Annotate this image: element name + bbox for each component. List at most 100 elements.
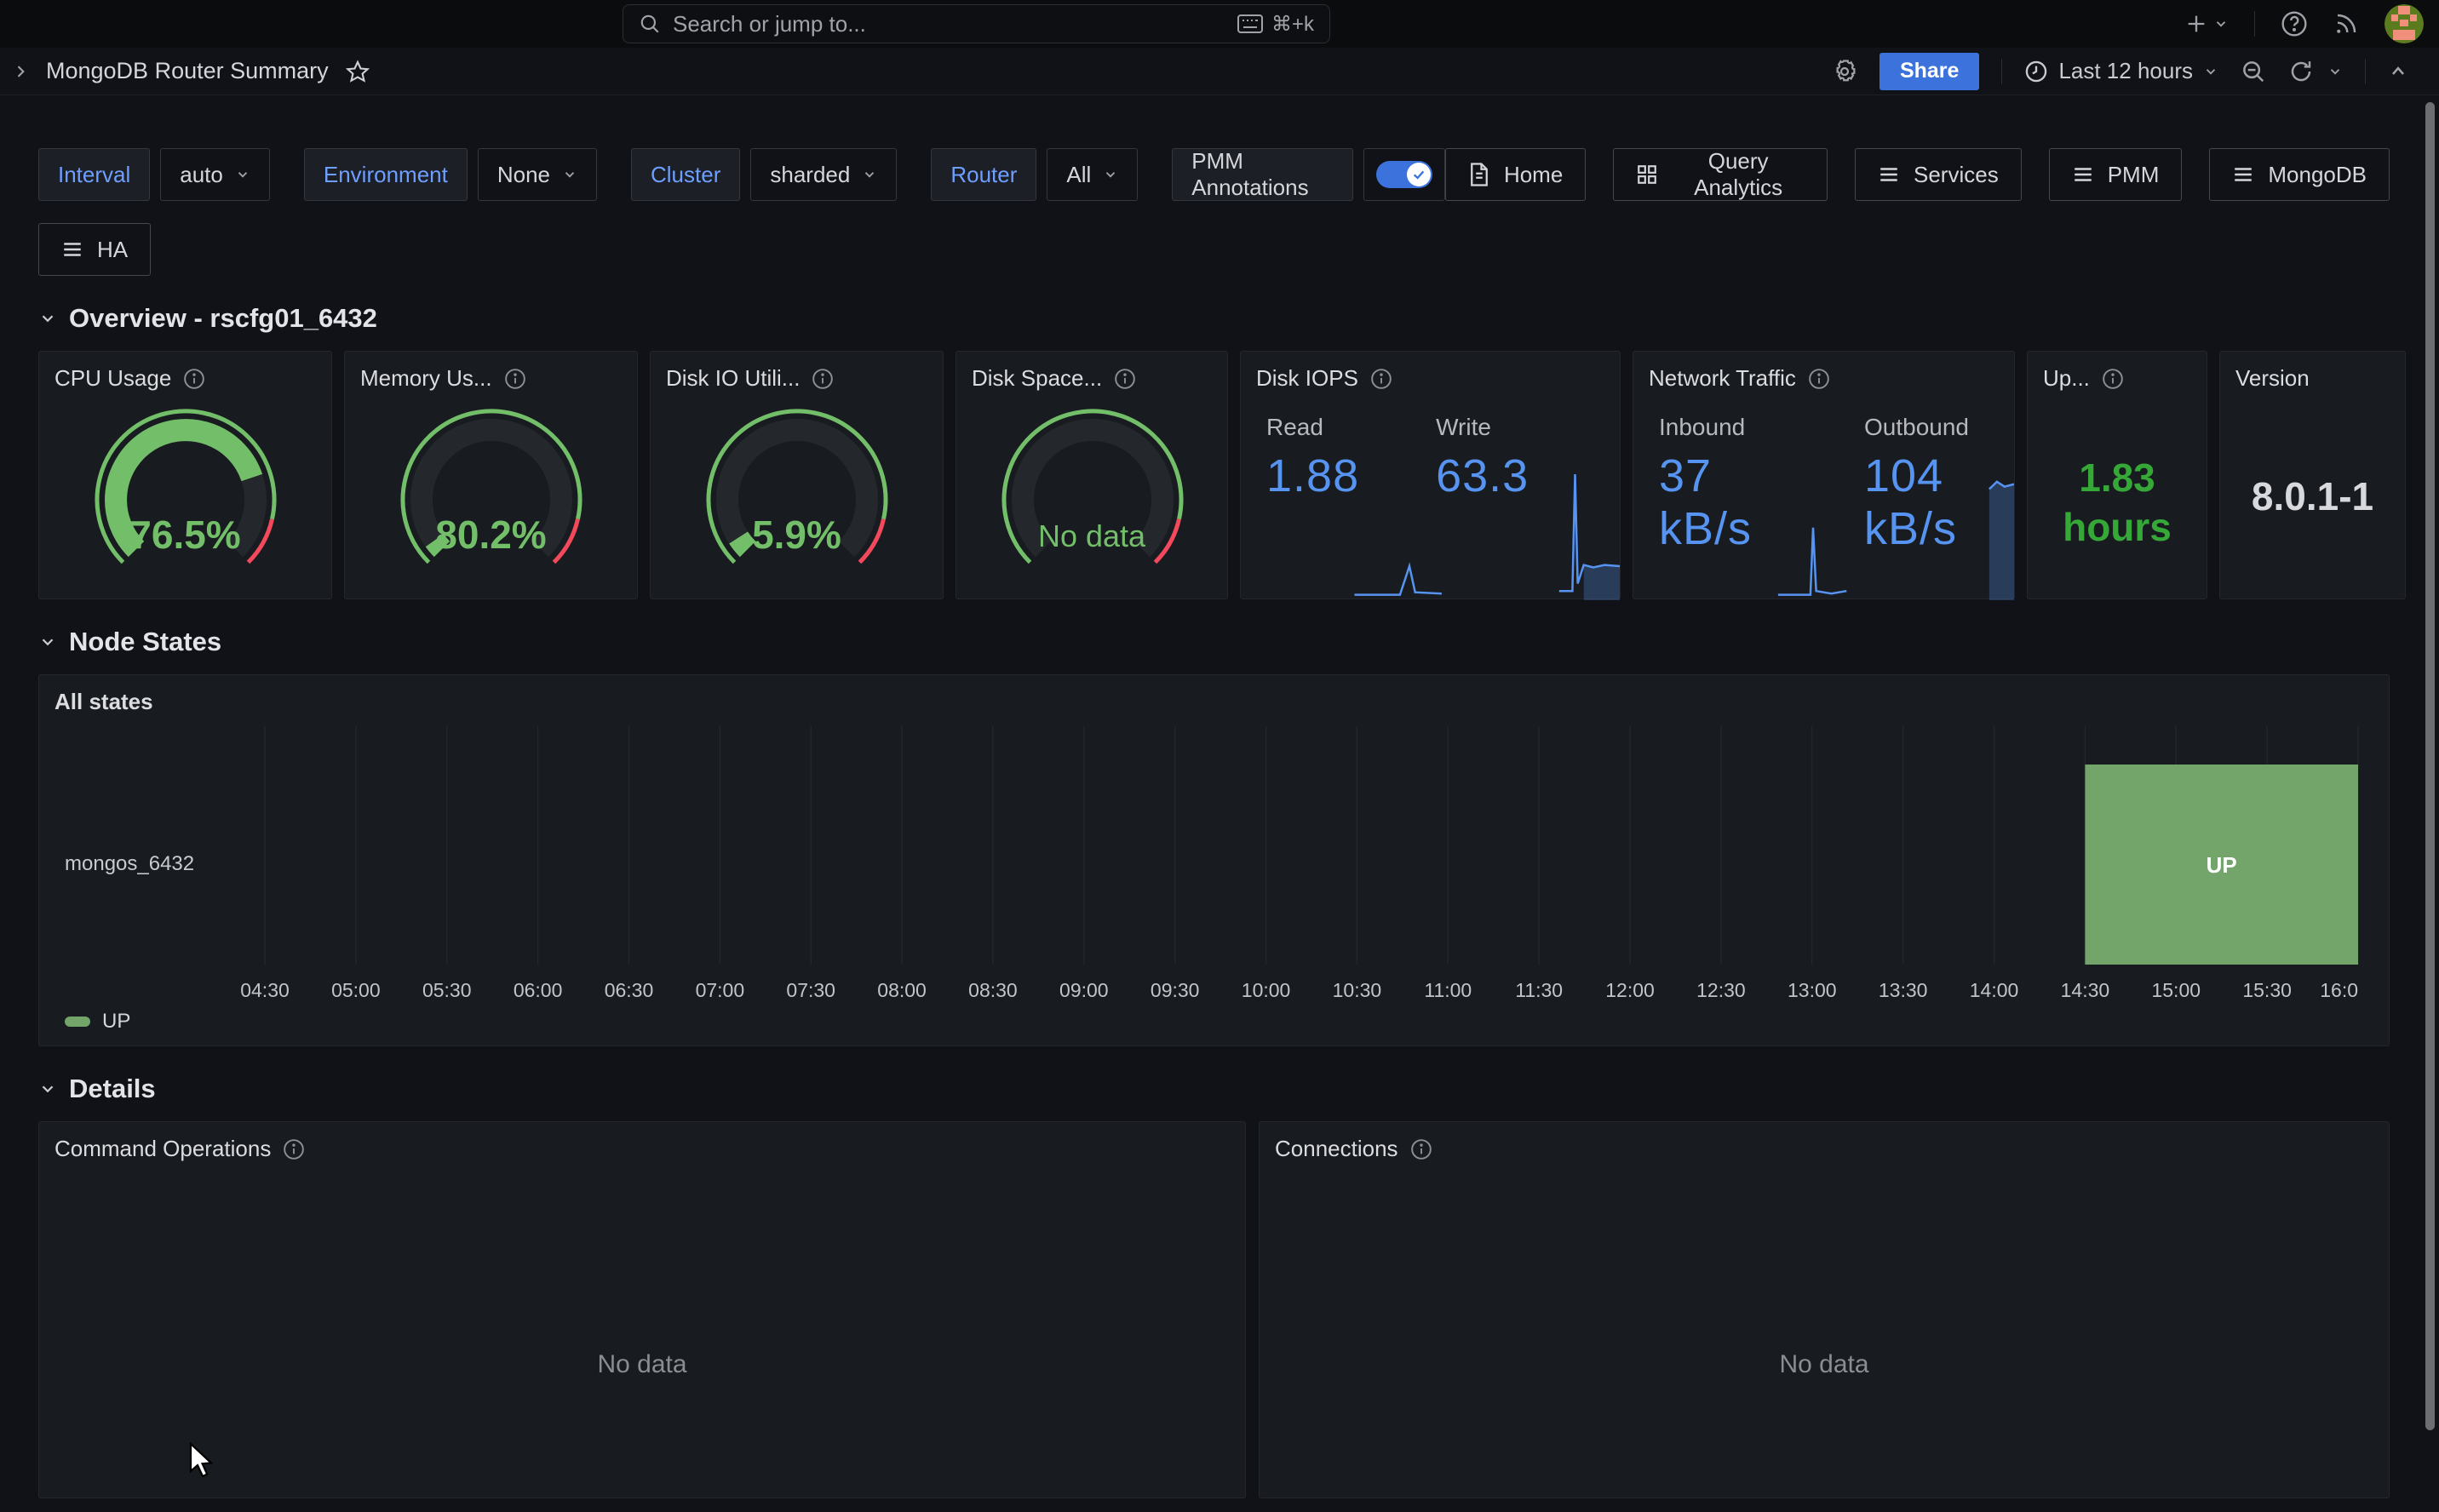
panel-title[interactable]: Disk IOPS [1256, 365, 1358, 392]
panel-title[interactable]: Connections [1275, 1136, 1398, 1162]
collapse-caret-icon[interactable] [2388, 61, 2408, 82]
stat-inbound: Inbound 37 kB/s [1659, 414, 1788, 555]
state-timeline-plot: 04:3005:0005:3006:0006:3007:0007:3008:00… [39, 675, 2389, 1045]
clock-icon [2024, 60, 2048, 83]
x-axis-label: 08:30 [968, 979, 1018, 1001]
panel-connections: Connections No data [1259, 1121, 2390, 1498]
ha-button[interactable]: HA [38, 223, 151, 276]
info-icon[interactable] [183, 368, 205, 390]
panel-gauge-1: Memory Us...80.2% [344, 351, 638, 599]
refresh-button[interactable] [2288, 59, 2343, 84]
variable-label-interval[interactable]: Interval [38, 148, 150, 201]
x-axis-label: 15:00 [2151, 979, 2201, 1001]
panel-title[interactable]: Network Traffic [1649, 365, 1796, 392]
panel-title[interactable]: Disk Space... [972, 365, 1102, 392]
variable-label-environment[interactable]: Environment [304, 148, 468, 201]
x-axis-label: 14:30 [2061, 979, 2110, 1001]
info-icon[interactable] [1370, 368, 1392, 390]
info-icon[interactable] [504, 368, 526, 390]
x-axis-label: 15:30 [2242, 979, 2292, 1001]
no-data-message: No data [39, 1350, 1245, 1379]
info-icon[interactable] [1808, 368, 1830, 390]
section-overview[interactable]: Overview - rscfg01_6432 [38, 303, 2390, 334]
time-range-picker[interactable]: Last 12 hours [2024, 58, 2218, 84]
search-bar[interactable]: ⌘+k [623, 4, 1330, 43]
nav-button-home[interactable]: Home [1445, 148, 1586, 201]
gauge-value: 5.9% [651, 512, 943, 558]
panel-command-operations: Command Operations No data [38, 1121, 1246, 1498]
panel-title[interactable]: Up... [2043, 365, 2090, 392]
variable-value-dropdown[interactable]: sharded [750, 148, 897, 201]
section-details[interactable]: Details [38, 1074, 2390, 1104]
panel-title[interactable]: Disk IO Utili... [666, 365, 800, 392]
variable-value-dropdown[interactable]: None [478, 148, 597, 201]
x-axis-label: 11:00 [1424, 979, 1472, 1001]
dashboard-toolbar: MongoDB Router Summary Share Last 12 hou… [0, 48, 2439, 95]
variable-value-dropdown[interactable]: auto [160, 148, 270, 201]
nav-button-pmm[interactable]: PMM [2049, 148, 2183, 201]
info-icon[interactable] [1114, 368, 1136, 390]
panel-title[interactable]: Version [2235, 365, 2310, 392]
x-axis-label: 05:30 [422, 979, 472, 1001]
share-button[interactable]: Share [1879, 53, 1979, 90]
nav-button-mongodb[interactable]: MongoDB [2209, 148, 2390, 201]
variable-label-router[interactable]: Router [931, 148, 1036, 201]
gauge-chart [49, 391, 322, 592]
x-axis-label: 12:00 [1605, 979, 1655, 1001]
info-icon[interactable] [1410, 1138, 1432, 1160]
chevron-down-icon [38, 633, 57, 651]
gauge-value: No data [956, 518, 1227, 554]
divider [2001, 59, 2002, 84]
info-icon[interactable] [283, 1138, 305, 1160]
info-icon[interactable] [812, 368, 834, 390]
toggle-switch[interactable] [1376, 161, 1432, 188]
panel-title[interactable]: CPU Usage [55, 365, 171, 392]
variable-cluster: Clustersharded [631, 148, 897, 201]
star-icon[interactable] [346, 60, 370, 83]
user-avatar[interactable] [2384, 4, 2424, 43]
panel-network-traffic: Network Traffic Inbound 37 kB/s Outbound… [1633, 351, 2015, 599]
keyboard-icon [1237, 14, 1263, 33]
legend[interactable]: UP [65, 1010, 130, 1034]
nav-button-services[interactable]: Services [1855, 148, 2022, 201]
x-axis-label: 12:30 [1696, 979, 1746, 1001]
news-feed-icon[interactable] [2333, 11, 2359, 37]
dashboard-settings-icon[interactable] [1832, 59, 1857, 84]
search-icon [639, 13, 661, 35]
pmm-annotations-toggle[interactable] [1363, 148, 1445, 201]
gauge-chart [956, 391, 1227, 592]
panel-gauge-3: Disk Space... No data [956, 351, 1228, 599]
x-axis-label: 06:30 [605, 979, 654, 1001]
panel-disk-iops: Disk IOPS Read 1.88 Write 63.3 [1240, 351, 1621, 599]
variable-environment: EnvironmentNone [304, 148, 597, 201]
panel-gauge-2: Disk IO Utili... 5.9% [650, 351, 944, 599]
add-button[interactable] [2184, 12, 2229, 36]
grid-icon [1636, 163, 1658, 186]
x-axis-label: 07:00 [696, 979, 745, 1001]
info-icon[interactable] [2102, 368, 2124, 390]
variable-label-cluster[interactable]: Cluster [631, 148, 740, 201]
dashboard-content: Intervalauto EnvironmentNone Clustersharde… [0, 148, 2439, 1498]
details-panels-row: Command Operations No data Connections N… [38, 1121, 2390, 1498]
template-variables-row: Intervalauto EnvironmentNone Clustersharde… [38, 148, 2390, 201]
breadcrumb: MongoDB Router Summary [12, 58, 370, 84]
help-icon[interactable] [2281, 10, 2308, 37]
variable-value-dropdown[interactable]: All [1047, 148, 1138, 201]
scrollbar-thumb[interactable] [2425, 102, 2435, 1430]
gauge-value: 76.5% [39, 512, 331, 558]
chevron-right-icon[interactable] [12, 63, 29, 80]
nav-button-query-analytics[interactable]: Query Analytics [1613, 148, 1828, 201]
chevron-down-icon [38, 309, 57, 328]
dashboard-title[interactable]: MongoDB Router Summary [46, 58, 329, 84]
uptime-value: 1.83 hours [2028, 454, 2207, 552]
home-icon [1468, 162, 1490, 187]
zoom-out-icon[interactable] [2241, 59, 2266, 84]
gauge-chart [355, 391, 628, 592]
search-input[interactable] [673, 11, 1225, 37]
section-node-states[interactable]: Node States [38, 627, 2390, 657]
menu-icon [1878, 163, 1900, 186]
panel-title[interactable]: Memory Us... [360, 365, 492, 392]
panel-title[interactable]: Command Operations [55, 1136, 271, 1162]
x-axis-label: 16:0 [2320, 979, 2358, 1001]
x-axis-label: 14:00 [1970, 979, 2019, 1001]
